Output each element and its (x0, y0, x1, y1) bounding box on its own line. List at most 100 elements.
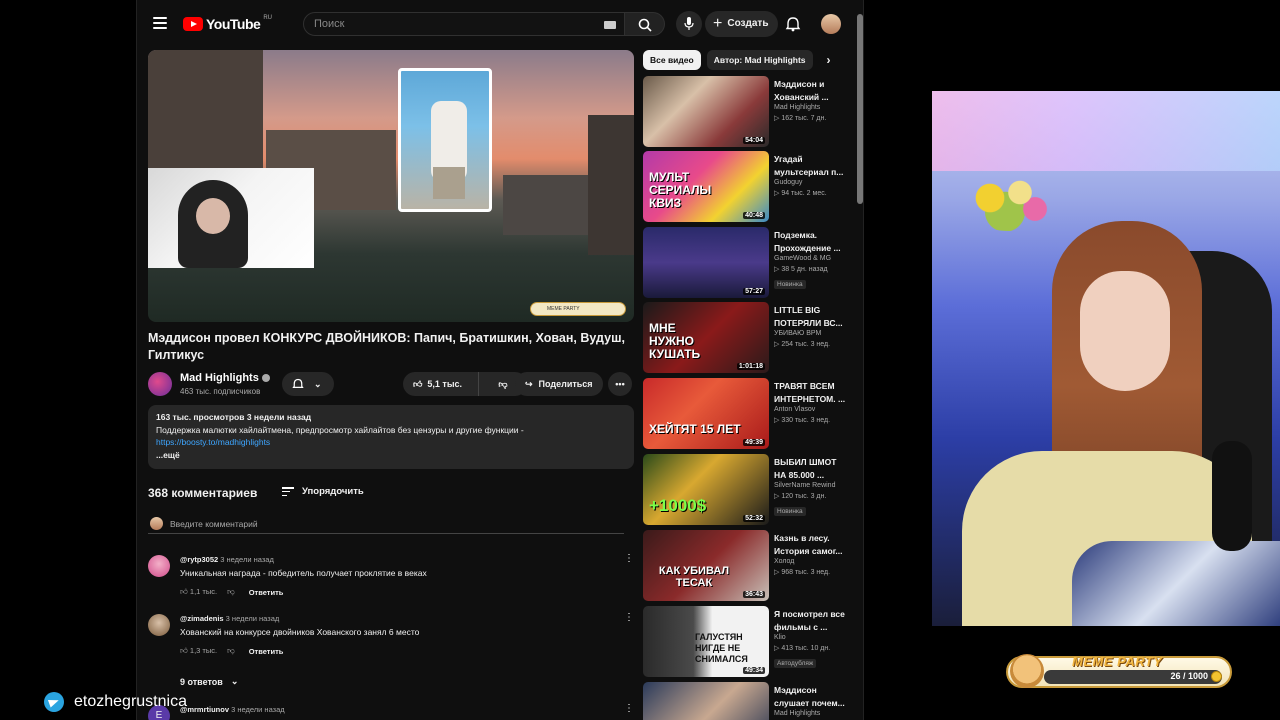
recommendation-channel[interactable]: УБИВАЮ ВРМ (774, 330, 850, 337)
comment-menu-icon[interactable]: ⋮ (624, 704, 634, 714)
recommendation-thumbnail[interactable]: МУЛЬТ СЕРИАЛЫ КВИЗ 40:48 (643, 151, 769, 222)
description-link[interactable]: https://boosty.to/madhighlights (156, 437, 270, 447)
recommendation-title[interactable]: Я посмотрел все фильмы с ... (774, 608, 850, 633)
recommendation-thumbnail[interactable] (643, 682, 769, 720)
create-button[interactable]: + Создать (705, 11, 779, 37)
commenter-avatar[interactable] (148, 614, 170, 636)
recommendation-title[interactable]: Подземка. Прохождение ... (774, 229, 850, 254)
commenter-avatar[interactable] (148, 555, 170, 577)
comment-dislike-button[interactable]: 👎︎ (227, 646, 235, 656)
show-replies-button[interactable]: 9 ответов ⌄ (180, 676, 238, 687)
video-player[interactable]: MEME PARTY (148, 50, 634, 322)
recommendation-channel[interactable]: Холод (774, 558, 850, 565)
channel-name[interactable]: Mad Highlights (180, 372, 270, 384)
sort-icon (282, 487, 294, 496)
recommendation-title[interactable]: Мэддисон и Хованский ... (774, 78, 850, 103)
chevron-right-icon[interactable]: › (819, 53, 839, 67)
recommendation-title[interactable]: ТРАВЯТ ВСЕМ ИНТЕРНЕТОМ. ... (774, 380, 850, 405)
recommendation-title[interactable]: Казнь в лесу. История самог... (774, 532, 850, 557)
search-input[interactable]: Поиск (303, 12, 625, 36)
recommendation-channel[interactable]: Gudoguy (774, 179, 850, 186)
chip-all-videos[interactable]: Все видео (643, 50, 701, 70)
recommendation-item[interactable]: ГАЛУСТЯН НИГДЕ НЕ СНИМАЛСЯ 49:34 Я посмо… (643, 606, 853, 678)
description-more[interactable]: ...ещё (156, 449, 626, 462)
recommendation-thumbnail[interactable]: ГАЛУСТЯН НИГДЕ НЕ СНИМАЛСЯ 49:34 (643, 606, 769, 677)
more-dots-icon: ••• (615, 379, 625, 389)
recommendation-thumbnail[interactable]: 57:27 (643, 227, 769, 298)
video-duration: 36:43 (743, 591, 765, 598)
channel-avatar[interactable] (148, 372, 172, 396)
reply-button[interactable]: Ответить (249, 588, 284, 597)
recommendation-item[interactable]: МНЕ НУЖНО КУШАТЬ 1:01:18 LITTLE BIG ПОТЕ… (643, 302, 853, 374)
recommendation-thumbnail[interactable]: МНЕ НУЖНО КУШАТЬ 1:01:18 (643, 302, 769, 373)
meme-party-count: 26 / 1000 (1170, 671, 1208, 681)
more-actions-button[interactable]: ••• (608, 372, 632, 396)
recommendation-item[interactable]: КАК УБИВАЛ ТЕСАК 36:43 Казнь в лесу. Ист… (643, 530, 853, 602)
streamer-webcam-overlay (148, 168, 314, 268)
description-box[interactable]: 163 тыс. просмотров 3 недели назад Подде… (148, 405, 634, 469)
recommendation-channel[interactable]: Klio (774, 634, 850, 641)
flower-bouquet (960, 176, 1060, 231)
recommendation-thumbnail[interactable]: КАК УБИВАЛ ТЕСАК 36:43 (643, 530, 769, 601)
thumbnail-caption: МУЛЬТ СЕРИАЛЫ КВИЗ (649, 170, 712, 210)
voice-search-button[interactable] (676, 11, 702, 37)
meme-party-mini-label: MEME PARTY (547, 306, 580, 312)
search-button[interactable] (625, 12, 665, 36)
recommendation-item[interactable]: Мэддисон слушает почем... Mad Highlights (643, 682, 853, 720)
comment-author[interactable]: @zimadenis 3 недели назад (180, 614, 279, 623)
comment-like-button[interactable]: 👍︎ 1,3 тыс. (180, 646, 217, 656)
recommendation-thumbnail[interactable]: +1000$ 52:32 (643, 454, 769, 525)
reply-button[interactable]: Ответить (249, 647, 284, 656)
page-scrollbar[interactable] (857, 14, 863, 204)
recommendation-info: Мэддисон слушает почем... Mad Highlights (774, 684, 850, 717)
recommendation-channel[interactable]: GameWood & MG (774, 255, 850, 262)
keyboard-icon[interactable] (604, 21, 616, 29)
share-button[interactable]: ↪ Поделиться (515, 372, 603, 396)
recommendation-thumbnail[interactable]: 54:04 (643, 76, 769, 147)
comment-author[interactable]: @rytp3052 3 недели назад (180, 555, 274, 564)
notifications-bell-icon[interactable] (785, 16, 801, 32)
recommendation-title[interactable]: LITTLE BIG ПОТЕРЯЛИ ВС... (774, 304, 850, 329)
recommendation-title[interactable]: ВЫБИЛ ШМОТ НА 85.000 ... (774, 456, 850, 481)
recommendation-item[interactable]: +1000$ 52:32 ВЫБИЛ ШМОТ НА 85.000 ... Si… (643, 454, 853, 526)
recommendation-meta: ▷ 254 тыс. 3 нед. (774, 341, 831, 348)
recommendation-channel[interactable]: SilverName Rewind (774, 482, 850, 489)
new-badge: Новинка (774, 507, 806, 516)
menu-icon[interactable] (153, 17, 167, 29)
channel-subscribers: 463 тыс. подписчиков (180, 387, 261, 396)
streamer-face (1080, 271, 1170, 391)
recommendation-channel[interactable]: Mad Highlights (774, 710, 850, 717)
person-legs (433, 167, 465, 199)
recommendation-item[interactable]: ХЕЙТЯТ 15 ЛЕТ 49:39 ТРАВЯТ ВСЕМ ИНТЕРНЕТ… (643, 378, 853, 450)
recommendation-item[interactable]: МУЛЬТ СЕРИАЛЫ КВИЗ 40:48 Угадай мультсер… (643, 151, 853, 223)
sort-comments-button[interactable]: Упорядочить (282, 486, 364, 497)
comment-author[interactable]: @mrmrtiunov 3 недели назад (180, 705, 285, 714)
user-avatar[interactable] (821, 14, 841, 34)
comment-menu-icon[interactable]: ⋮ (624, 613, 634, 623)
recommendation-channel[interactable]: Mad Highlights (774, 104, 850, 111)
logo-region: RU (263, 15, 272, 21)
comment-actions: 👍︎ 1,3 тыс. 👎︎ Ответить (180, 646, 283, 656)
microphone (1212, 441, 1252, 551)
chip-author[interactable]: Автор: Mad Highlights (706, 50, 813, 70)
youtube-logo[interactable]: YouTube RU (183, 15, 272, 32)
comment-text: Хованский на конкурсе двойников Хованско… (180, 627, 420, 637)
comment-menu-icon[interactable]: ⋮ (624, 554, 634, 564)
recommendation-item[interactable]: 57:27 Подземка. Прохождение ... GameWood… (643, 227, 853, 299)
recommendation-thumbnail[interactable]: ХЕЙТЯТ 15 ЛЕТ 49:39 (643, 378, 769, 449)
comment-dislike-button[interactable]: 👎︎ (227, 587, 235, 597)
recommendation-info: Казнь в лесу. История самог... Холод ▷ 9… (774, 532, 850, 576)
comment-like-button[interactable]: 👍︎ 1,1 тыс. (180, 587, 217, 597)
recommendation-meta: ▷ 413 тыс. 10 дн. (774, 645, 831, 652)
add-comment-field[interactable]: Введите комментарий (148, 516, 624, 534)
recommendation-item[interactable]: 54:04 Мэддисон и Хованский ... Mad Highl… (643, 76, 853, 148)
telegram-icon (44, 692, 64, 712)
like-button[interactable]: 👍︎ 5,1 тыс. (403, 372, 479, 396)
recommendation-title[interactable]: Угадай мультсериал п... (774, 153, 850, 178)
recommendation-title[interactable]: Мэддисон слушает почем... (774, 684, 850, 709)
subscription-bell-button[interactable]: ⌄ (282, 372, 334, 396)
comment-actions: 👍︎ 1,1 тыс. 👎︎ Ответить (180, 587, 283, 597)
video-duration: 57:27 (743, 288, 765, 295)
recommendation-channel[interactable]: Anton Vlasov (774, 406, 850, 413)
building (588, 115, 634, 255)
